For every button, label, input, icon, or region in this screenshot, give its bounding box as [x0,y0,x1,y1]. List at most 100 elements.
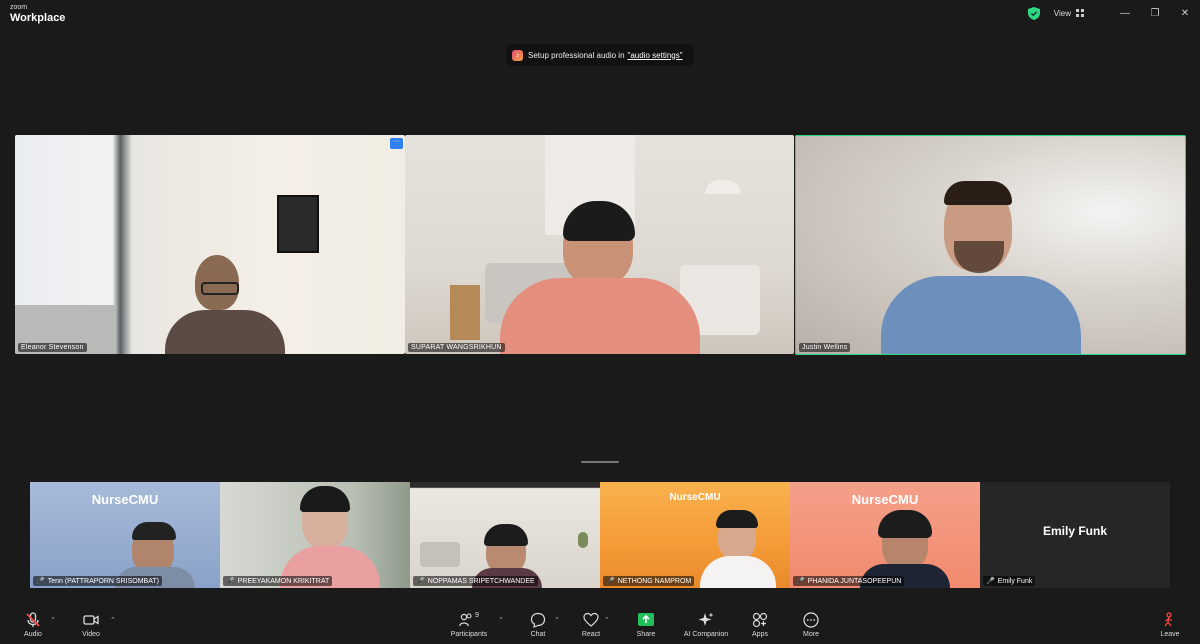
react-label: React [581,631,601,638]
ai-companion-button[interactable]: AI Companion [678,612,734,638]
more-button[interactable]: More [798,612,824,638]
gallery-resize-handle[interactable] [581,461,619,463]
participant-name: Justin Wellins [799,343,851,352]
mic-muted-icon: 🎤 [796,578,805,585]
nursecmu-logo: NurseCMU [669,492,721,503]
gallery-tile-1[interactable]: NurseCMU 🎤 Tenn (PATTRAPORN SRISOMBAT) [30,482,220,588]
video-label: Video [82,631,100,638]
participant-display-name: Emily Funk [1042,524,1107,538]
chat-label: Chat [530,631,546,638]
side-table [450,285,480,340]
minimize-button[interactable]: — [1110,8,1140,19]
meeting-toolbar: Audio ⌃ Video ⌃ 9 Participants ⌃ Chat ⌃ [0,608,1200,644]
grid-icon [1076,9,1084,17]
chat-options-caret-icon[interactable]: ⌃ [554,616,560,624]
video-options-caret-icon[interactable]: ⌃ [110,616,116,624]
audio-settings-icon: ♪ [512,49,523,61]
person-body [165,310,285,354]
person-hair [878,510,932,538]
more-options-icon[interactable]: ··· [390,138,403,149]
participant-name-text: Emily Funk [997,577,1033,585]
audio-label: Audio [24,631,42,638]
gallery-tile-4[interactable]: NurseCMU 🎤 NETHONG NAMPROM [600,482,790,588]
ai-companion-label: AI Companion [683,631,729,638]
ai-sparkle-icon [698,612,714,626]
zoom-logo: zoom Workplace [10,3,65,24]
sofa [420,542,460,567]
mic-muted-icon [26,612,40,627]
mic-muted-icon: 🎤 [606,578,615,585]
audio-notice: ♪ Setup professional audio in "audio set… [506,44,694,66]
leave-door-icon [1164,612,1173,627]
notice-text: Setup professional audio in [528,50,625,60]
gallery-tile-3[interactable]: 🎤 NOPPAMAS SRIPETCHWANDEE [410,482,600,588]
close-button[interactable]: ✕ [1170,8,1200,19]
title-bar: zoom Workplace View — ❐ ✕ [0,0,1200,26]
person-body [500,278,700,354]
participants-options-caret-icon[interactable]: ⌃ [498,616,504,624]
brand-small: zoom [10,4,28,11]
participant-name: 🎤 Emily Funk [983,576,1036,586]
encryption-shield-icon[interactable] [1027,6,1040,20]
gallery-tile-6[interactable]: Emily Funk 🎤 Emily Funk [980,482,1170,588]
mic-muted-icon: 🎤 [986,578,995,585]
participant-name-text: NOPPAMAS SRIPETCHWANDEE [427,577,535,585]
video-tile-3-active-speaker[interactable]: Justin Wellins [795,135,1186,355]
more-dots-icon [803,612,819,628]
video-tile-1[interactable]: ··· Eleanor Stevenson [15,135,405,354]
more-label: More [803,631,819,638]
person-hair [944,181,1012,205]
participants-count: 9 [475,612,479,619]
chat-bubble-icon [530,612,546,628]
person-hair [300,486,350,512]
apps-grid-icon [752,612,768,628]
react-options-caret-icon[interactable]: ⌃ [604,616,610,624]
gallery-tile-5[interactable]: NurseCMU 🎤 PHANIDA JUNTASOPEEPUN [790,482,980,588]
glasses [201,282,239,295]
heart-icon [583,612,599,627]
person-body [881,276,1081,354]
participant-name: 🎤 NOPPAMAS SRIPETCHWANDEE [413,576,538,586]
participants-label: Participants [450,631,488,638]
video-camera-icon [83,615,99,625]
share-screen-icon [638,613,654,626]
plant [578,532,588,548]
leave-button[interactable]: Leave [1156,612,1184,638]
nursecmu-logo: NurseCMU [851,492,919,507]
participant-name-text: PREEYAKAMON KRIKITRAT [237,577,330,585]
view-label: View [1053,8,1071,18]
participant-name: 🎤 PHANIDA JUNTASOPEEPUN [793,576,905,586]
participants-icon-wrap: 9 [446,612,492,628]
chat-button[interactable]: Chat [526,612,550,638]
apps-label: Apps [752,631,768,638]
person-hair [716,510,758,528]
share-button[interactable]: Share [632,612,660,638]
audio-options-caret-icon[interactable]: ⌃ [50,616,56,624]
participant-name-text: NETHONG NAMPROM [617,577,692,585]
people-icon [459,613,472,627]
react-button[interactable]: React [578,612,604,638]
apps-button[interactable]: Apps [748,612,772,638]
view-button[interactable]: View [1054,9,1084,18]
participant-name: 🎤 NETHONG NAMPROM [603,576,695,586]
wall-frame [277,195,319,253]
person-hair [484,524,528,546]
person-body [700,556,776,588]
gallery-tile-2[interactable]: 🎤 PREEYAKAMON KRIKITRAT [220,482,410,588]
lamp [705,180,741,194]
leave-label: Leave [1160,631,1180,638]
participants-button[interactable]: 9 Participants [446,612,492,638]
video-tile-2[interactable]: SUPARAT WANGSRIKHUN [405,135,794,354]
mic-muted-icon: 🎤 [416,578,425,585]
participant-name: SUPARAT WANGSRIKHUN [408,343,505,352]
mic-muted-icon: 🎤 [226,578,235,585]
participant-name-text: PHANIDA JUNTASOPEEPUN [807,577,902,585]
brand-big: Workplace [10,12,66,24]
participant-name: Eleanor Stevenson [18,343,87,352]
audio-settings-link[interactable]: "audio settings" [628,51,683,60]
maximize-button[interactable]: ❐ [1140,8,1170,19]
person-hair [132,522,176,540]
video-button[interactable]: Video [76,612,106,638]
participant-name-text: Tenn (PATTRAPORN SRISOMBAT) [47,577,159,585]
audio-button[interactable]: Audio [18,612,48,638]
